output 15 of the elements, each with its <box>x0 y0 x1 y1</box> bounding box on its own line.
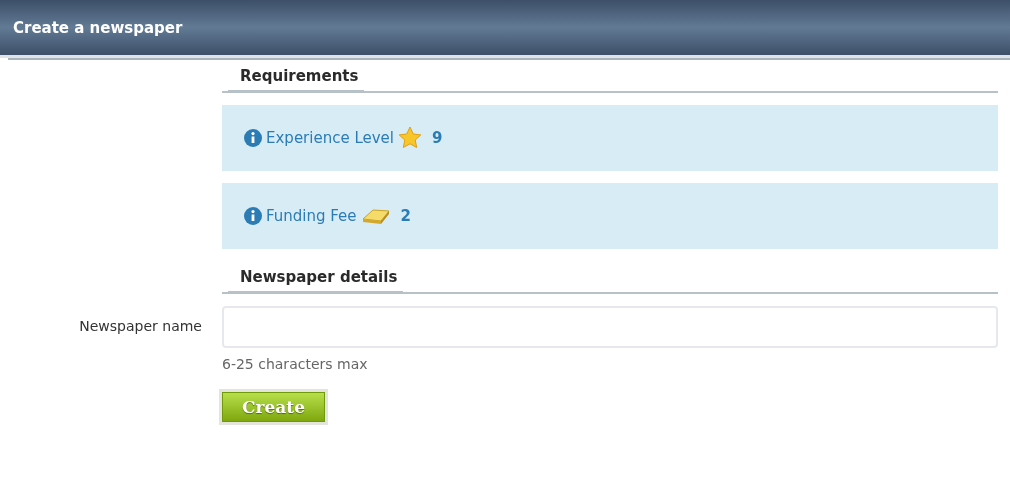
requirement-value: 2 <box>400 207 411 225</box>
section-heading: Requirements <box>228 60 365 93</box>
requirement-label[interactable]: Funding Fee <box>266 207 357 225</box>
info-icon[interactable] <box>244 207 262 225</box>
requirement-label[interactable]: Experience Level <box>266 129 394 147</box>
star-icon <box>398 126 422 150</box>
create-button[interactable]: Create <box>222 392 325 422</box>
newspaper-name-field[interactable] <box>222 306 998 348</box>
ingot-icon <box>360 206 391 226</box>
section-heading: Newspaper details <box>228 261 404 294</box>
field-label: Newspaper name <box>79 317 202 334</box>
info-icon[interactable] <box>244 129 262 147</box>
window-title: Create a newspaper <box>13 18 183 37</box>
field-hint: 6-25 characters max <box>222 356 369 372</box>
requirement-value: 9 <box>432 129 443 147</box>
